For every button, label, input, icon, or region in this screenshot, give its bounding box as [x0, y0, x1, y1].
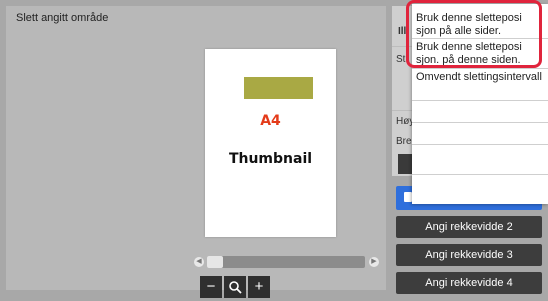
scroll-right-icon[interactable]: ▶ [369, 257, 379, 267]
range-2-button[interactable]: Angi rekkevidde 2 [396, 216, 542, 238]
magnifier-icon [229, 281, 242, 294]
erase-area-rectangle[interactable] [244, 77, 313, 99]
menu-divider [412, 68, 548, 69]
scroll-track[interactable] [207, 256, 365, 268]
zoom-out-button[interactable]: − [200, 276, 222, 298]
paper-size-label: A4 [260, 113, 281, 129]
screen: Slett angitt område A4 Thumbnail ◀ ▶ − +… [0, 0, 548, 298]
apply-all-pages-option[interactable]: Bruk denne sletteposi sjon på alle sider… [416, 12, 542, 38]
invert-erase-option[interactable]: Omvendt slettingsintervall [416, 71, 542, 84]
preview-pane: Slett angitt område A4 Thumbnail ◀ ▶ − + [6, 6, 386, 298]
partial-label-1: Ill [398, 26, 407, 37]
page-title: Slett angitt område [16, 12, 109, 24]
zoom-search-button[interactable] [224, 276, 246, 298]
menu-divider [412, 174, 548, 175]
menu-divider [412, 144, 548, 145]
scroll-left-icon[interactable]: ◀ [194, 257, 204, 267]
range-marker-icon [404, 192, 412, 202]
partial-label-2: St [396, 54, 406, 65]
menu-divider [412, 38, 548, 39]
zoom-in-button[interactable]: + [248, 276, 270, 298]
dropdown-menu: Bruk denne sletteposi sjon på alle sider… [412, 4, 548, 204]
range-4-button[interactable]: Angi rekkevidde 4 [396, 272, 542, 294]
apply-this-page-option[interactable]: Bruk denne sletteposi sjon. på denne sid… [416, 41, 542, 67]
menu-divider [412, 100, 548, 101]
range-3-button[interactable]: Angi rekkevidde 3 [396, 244, 542, 266]
horizontal-scrollbar[interactable]: ◀ ▶ [194, 254, 380, 270]
page-thumbnail[interactable]: A4 Thumbnail [205, 49, 336, 237]
thumbnail-label: Thumbnail [228, 151, 313, 167]
menu-divider [412, 122, 548, 123]
scroll-thumb[interactable] [207, 256, 223, 268]
